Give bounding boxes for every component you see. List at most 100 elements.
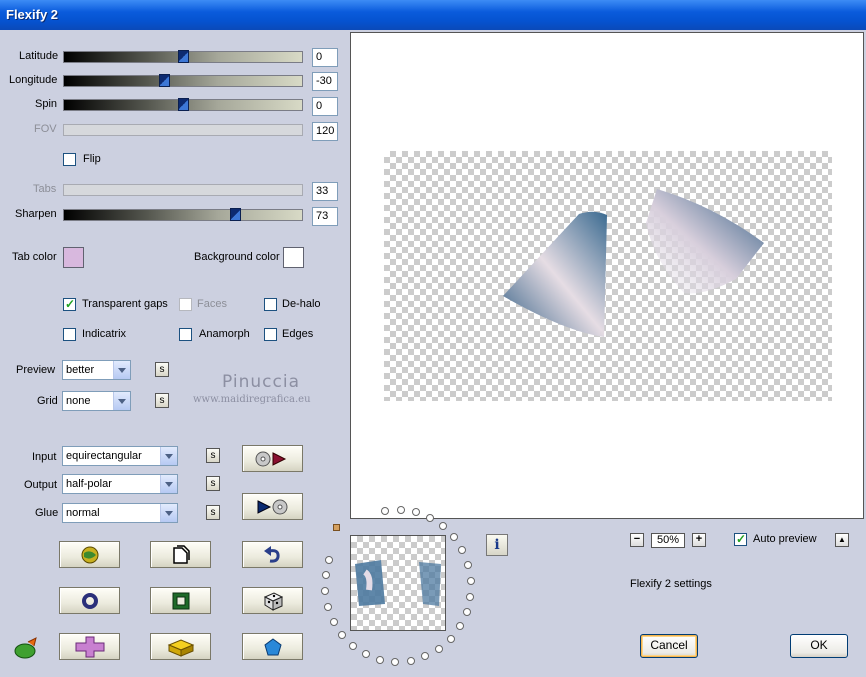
grid-s-button[interactable]: s [155,393,169,408]
dial-dot[interactable] [406,656,415,665]
latitude-label: Latitude [19,50,59,62]
brick-icon [167,638,194,657]
chevron-down-icon[interactable] [113,361,130,379]
random-dice-button[interactable] [242,587,303,614]
input-label: Input [32,451,57,463]
glue-s-button[interactable]: s [206,505,220,520]
dial-dot[interactable] [446,634,455,643]
dial-dot[interactable] [361,650,370,659]
dial-dot[interactable] [466,592,475,601]
latitude-thumb[interactable] [178,50,189,63]
pentagon-icon [263,637,282,655]
dial-dot[interactable] [464,561,473,570]
output-s-button[interactable]: s [206,476,220,491]
input-select[interactable]: equirectangular [62,446,178,466]
dial-dot[interactable] [349,641,358,650]
grid-label: Grid [37,395,58,407]
load-play-button[interactable] [242,445,303,472]
indicatrix-checkbox[interactable] [63,328,76,341]
sharpen-value[interactable]: 73 [312,207,338,226]
dial-dot[interactable] [376,655,385,664]
dial-dot[interactable] [438,522,447,531]
cross-icon [75,636,104,657]
chevron-down-icon[interactable] [160,504,177,522]
dial-dot[interactable] [421,652,430,661]
zoom-in-button[interactable]: + [692,533,706,547]
anamorph-checkbox[interactable] [179,328,192,341]
latitude-slider[interactable] [63,50,303,63]
globe-icon [81,546,98,563]
chevron-down-icon[interactable] [160,447,177,465]
flip-checkbox[interactable] [63,153,76,166]
brick-button[interactable] [150,633,211,660]
cross-button[interactable] [59,633,120,660]
thumbnail-preview[interactable] [350,535,446,631]
dial-dot[interactable] [455,622,464,631]
undo-button[interactable] [242,541,303,568]
dial-dot[interactable] [338,630,347,639]
ring-button[interactable] [59,587,120,614]
dial-dot[interactable] [458,546,467,555]
spin-value[interactable]: 0 [312,97,338,116]
preview-canvas [384,151,832,401]
longitude-thumb[interactable] [158,74,170,87]
dialog-client: Latitude 0 Longitude -30 Spin 0 FOV 120 … [0,30,866,677]
transparent-gaps-label: Transparent gaps [82,298,168,310]
cancel-button[interactable]: Cancel [640,634,698,658]
new-button[interactable] [150,541,211,568]
dial-dot[interactable] [396,506,405,515]
chevron-down-icon[interactable] [113,392,130,410]
preview-select[interactable]: better [62,360,131,380]
frame-button[interactable] [150,587,211,614]
dial-handle[interactable] [333,524,340,531]
edges-checkbox[interactable] [264,328,277,341]
chevron-down-icon[interactable] [160,475,177,493]
transparent-gaps-checkbox[interactable]: ✓ [63,297,76,311]
dial-dot[interactable] [426,513,434,522]
input-s-button[interactable]: s [206,448,220,463]
info-icon[interactable]: i [486,534,508,556]
tabs-value[interactable]: 33 [312,182,338,201]
output-label: Output [24,479,58,491]
dial-dot[interactable] [466,576,475,585]
dial-dot[interactable] [391,657,400,666]
auto-preview-checkbox[interactable]: ✓ [734,532,747,546]
dial-dot[interactable] [462,607,471,616]
dial-dot[interactable] [411,508,420,517]
save-play-button[interactable] [242,493,303,520]
longitude-value[interactable]: -30 [312,72,338,91]
output-select[interactable]: half-polar [62,474,178,494]
grid-select[interactable]: none [62,391,131,411]
output-select-value: half-polar [66,478,112,490]
dial-dot[interactable] [329,617,338,626]
sharpen-thumb[interactable] [230,208,242,221]
spin-thumb[interactable] [178,98,189,111]
ok-button[interactable]: OK [790,634,848,658]
faces-checkbox [179,298,192,311]
sharpen-slider[interactable] [63,208,303,221]
main-preview[interactable] [350,32,864,519]
tab-color-swatch[interactable] [63,247,84,268]
dial-dot[interactable] [325,556,334,564]
indicatrix-label: Indicatrix [82,328,127,340]
de-halo-checkbox[interactable] [264,298,277,311]
longitude-label: Longitude [9,74,58,86]
randomize-button[interactable] [59,541,120,568]
tab-color-label: Tab color [12,251,57,263]
latitude-value[interactable]: 0 [312,48,338,67]
preview-s-button[interactable]: s [155,362,169,377]
pentagon-button[interactable] [242,633,303,660]
collapse-button[interactable]: ▲ [835,533,849,547]
longitude-slider[interactable] [63,74,303,87]
background-color-swatch[interactable] [283,247,304,268]
zoom-out-button[interactable]: − [630,533,644,547]
dial-dot[interactable] [321,571,330,580]
fov-value[interactable]: 120 [312,122,338,141]
dial-dot[interactable] [434,645,443,653]
spin-slider[interactable] [63,98,303,111]
dial-dot[interactable] [449,533,458,542]
glue-select[interactable]: normal [62,503,178,523]
edges-label: Edges [282,328,314,340]
dial-dot[interactable] [321,587,330,596]
dial-dot[interactable] [323,602,332,611]
